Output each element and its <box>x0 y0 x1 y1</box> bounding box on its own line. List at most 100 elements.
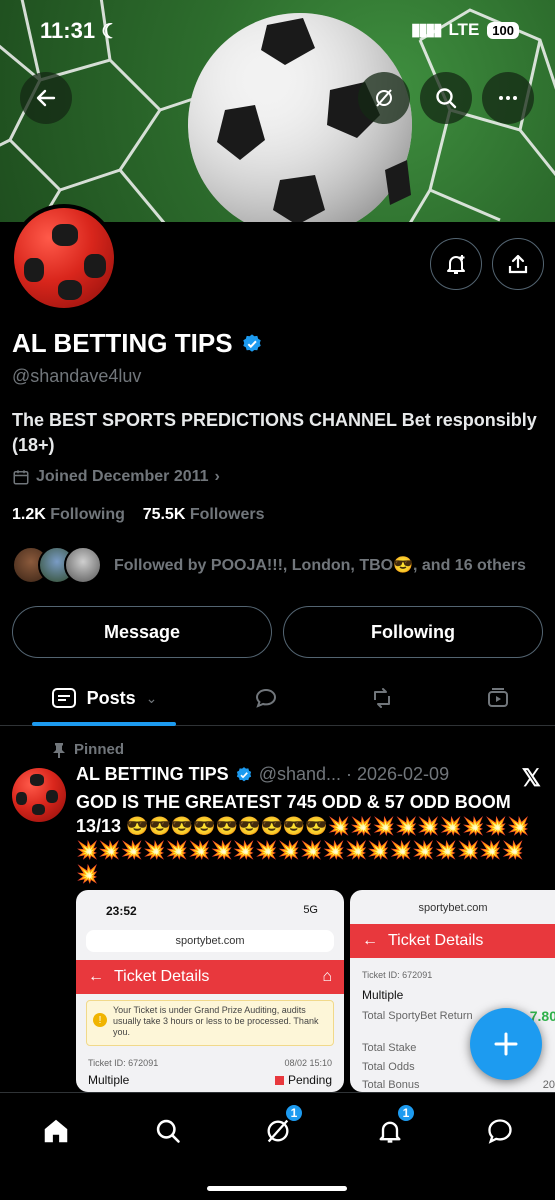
shot2-return-label: Total SportyBet Return <box>362 1010 473 1022</box>
tab-posts[interactable]: Posts ⌄ <box>32 670 176 726</box>
share-icon <box>508 254 528 274</box>
shot1-type: Multiple <box>88 1073 130 1087</box>
posts-icon <box>51 688 76 708</box>
battery-icon: 100 <box>487 21 519 39</box>
shot1-header: ← Ticket Details ⌂ <box>76 960 344 994</box>
bell-plus-icon <box>447 255 465 274</box>
reply-icon <box>255 688 277 708</box>
joined-text: Joined December 2011 <box>36 468 209 485</box>
chevron-down-icon: ⌄ <box>145 689 158 706</box>
grok-icon <box>376 89 392 107</box>
followers-stat[interactable]: 75.5K Followers <box>143 506 265 523</box>
pinned-label: Pinned <box>52 741 124 758</box>
shot1-time: 23:52 <box>106 904 137 918</box>
pinned-text: Pinned <box>74 741 125 758</box>
shot2-bonus-label: Total Bonus <box>362 1079 420 1091</box>
follower-avatar <box>64 546 102 584</box>
joined-date[interactable]: Joined December 2011 › <box>12 468 220 486</box>
shot1-status: Pending <box>274 1073 332 1087</box>
post-author-name[interactable]: AL BETTING TIPS <box>76 764 229 785</box>
follow-stats: 1.2K Following 75.5K Followers <box>12 506 265 524</box>
home-icon <box>44 1119 68 1143</box>
search-icon <box>156 1119 180 1143</box>
verified-badge-icon[interactable] <box>241 333 263 355</box>
followed-by[interactable]: Followed by POOJA!!!, London, TBO😎, and … <box>12 546 526 584</box>
followers-count: 75.5K <box>142 506 186 523</box>
back-button[interactable] <box>20 72 72 124</box>
shot2-ticket-id: Ticket ID: 672091 <box>362 970 433 980</box>
post-author-avatar[interactable] <box>12 768 66 822</box>
nav-messages[interactable] <box>480 1111 520 1151</box>
grok-button[interactable] <box>358 72 410 124</box>
shot1-header-text: Ticket Details <box>114 968 210 985</box>
shot1-date: 08/02 15:10 <box>284 1058 332 1068</box>
pin-icon <box>53 742 65 758</box>
profile-tabs: Posts ⌄ <box>0 670 555 726</box>
profile-name-text: AL BETTING TIPS <box>12 328 233 358</box>
shot2-header-text: Ticket Details <box>388 932 484 949</box>
bottom-nav: 1 1 <box>0 1092 555 1200</box>
shot1-status-text: Pending <box>287 1073 332 1087</box>
following-count: 1.2K <box>12 506 46 523</box>
tab-reposts[interactable] <box>360 670 404 726</box>
home-icon: ⌂ <box>322 968 332 985</box>
active-tab-indicator <box>32 722 176 726</box>
network-label: LTE <box>448 20 480 39</box>
followers-stat-label: Followers <box>189 506 265 523</box>
compose-post-button[interactable] <box>470 1008 542 1080</box>
shot2-url: sportybet.com <box>418 902 488 914</box>
status-right: ▮▮▮▮ LTE 100 <box>411 20 519 40</box>
post-text: GOD IS THE GREATEST 745 ODD & 57 ODD BOO… <box>76 792 530 884</box>
chevron-right-icon: › <box>214 468 220 485</box>
back-arrow-icon: ← <box>362 932 378 949</box>
post-header: AL BETTING TIPS @shand... · 2026-02-09 <box>76 764 449 785</box>
notifications-subscribe-button[interactable] <box>430 238 482 290</box>
verified-badge-icon <box>236 766 251 781</box>
shot1-notice-text: Your Ticket is under Grand Prize Auditin… <box>113 1005 319 1037</box>
shot2-type: Multiple <box>362 988 404 1002</box>
media-icon <box>488 688 508 707</box>
avatar-image <box>14 208 114 308</box>
following-stat-label: Following <box>50 506 125 523</box>
search-icon <box>436 88 457 109</box>
post-meta: @shand... · 2026-02-09 <box>258 764 450 784</box>
nav-home[interactable] <box>36 1111 76 1151</box>
post-image-1[interactable]: 23:52 5G sportybet.com ← Ticket Details … <box>76 890 344 1092</box>
shot1-signal: 5G <box>303 904 318 916</box>
status-time-text: 11:31 <box>40 18 96 43</box>
shot2-odds-label: Total Odds <box>362 1061 415 1073</box>
tab-media[interactable] <box>476 670 520 726</box>
message-button[interactable]: Message <box>12 606 272 658</box>
shot1-url: sportybet.com <box>86 930 334 952</box>
status-time: 11:31 ☾ <box>40 18 119 44</box>
nav-search[interactable] <box>148 1111 188 1151</box>
plus-icon <box>494 1032 518 1056</box>
warning-icon: ! <box>93 1013 107 1027</box>
following-button[interactable]: Following <box>283 606 543 658</box>
shot1-ticket-id: Ticket ID: 672091 <box>88 1058 159 1068</box>
x-logo-icon[interactable]: 𝕏 <box>522 764 541 793</box>
shot2-header: ← Ticket Details <box>350 924 555 958</box>
grok-badge: 1 <box>284 1103 304 1123</box>
search-button[interactable] <box>420 72 472 124</box>
home-indicator <box>207 1186 347 1191</box>
more-icon <box>499 96 517 100</box>
moon-icon: ☾ <box>101 21 120 43</box>
nav-notifications[interactable]: 1 <box>370 1103 416 1151</box>
profile-handle: @shandave4luv <box>12 366 142 386</box>
notifications-badge: 1 <box>396 1103 416 1123</box>
signal-icon: ▮▮▮▮ <box>411 20 442 39</box>
back-arrow-icon: ← <box>88 968 104 985</box>
following-stat[interactable]: 1.2K Following <box>12 506 125 523</box>
shot2-stake-label: Total Stake <box>362 1042 417 1054</box>
more-button[interactable] <box>482 72 534 124</box>
nav-grok[interactable]: 1 <box>258 1103 304 1151</box>
shot1-notice: ! Your Ticket is under Grand Prize Audit… <box>86 1000 334 1046</box>
tab-replies[interactable] <box>244 670 288 726</box>
status-bar: 11:31 ☾ ▮▮▮▮ LTE 100 <box>0 0 555 62</box>
profile-bio: The BEST SPORTS PREDICTIONS CHANNEL Bet … <box>12 410 537 455</box>
share-button[interactable] <box>492 238 544 290</box>
repost-icon <box>374 688 390 708</box>
profile-avatar[interactable] <box>10 204 118 312</box>
calendar-icon <box>13 470 29 485</box>
